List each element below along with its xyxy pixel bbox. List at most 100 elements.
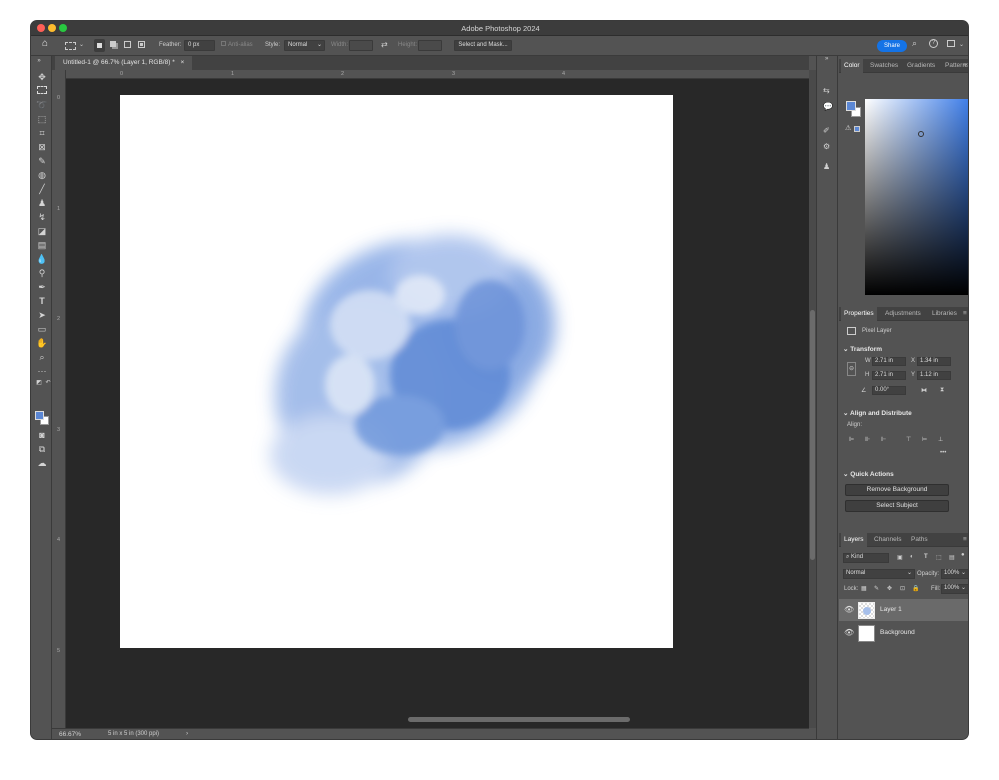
brush-tool-icon[interactable]: ╱: [36, 184, 48, 195]
tab-paths[interactable]: Paths: [911, 533, 928, 547]
tab-adjustments[interactable]: Adjustments: [885, 307, 921, 321]
collapse-icon[interactable]: »: [33, 56, 45, 67]
adjust-panel-icon[interactable]: ⚙: [823, 142, 830, 151]
x-field[interactable]: 1.34 in: [917, 357, 951, 366]
zoom-level[interactable]: 66.67%: [59, 731, 81, 738]
help-icon[interactable]: ?: [929, 39, 938, 48]
canvas-area[interactable]: [66, 79, 809, 728]
subtract-selection-icon[interactable]: [124, 41, 131, 48]
clone-source-panel-icon[interactable]: ♟: [823, 162, 830, 171]
width-input[interactable]: [349, 40, 373, 51]
align-top-icon[interactable]: ⊤: [906, 436, 911, 443]
lock-position-icon[interactable]: ✥: [887, 585, 892, 592]
filter-type-icon[interactable]: T: [924, 554, 928, 560]
more-options-icon[interactable]: •••: [940, 450, 946, 456]
select-subject-button[interactable]: Select Subject: [845, 500, 949, 512]
eyedropper-tool-icon[interactable]: ✎: [36, 156, 48, 167]
cloud-docs-icon[interactable]: ☁: [36, 458, 48, 469]
lock-image-icon[interactable]: ✎: [874, 585, 879, 592]
height-field[interactable]: 2.71 in: [872, 371, 906, 380]
filter-adjustment-icon[interactable]: ◐: [910, 554, 914, 560]
frame-tool-icon[interactable]: ⊠: [36, 142, 48, 153]
antialias-checkbox[interactable]: Anti-alias: [221, 40, 253, 51]
marquee-tool-icon[interactable]: [37, 86, 47, 94]
color-picker-cursor[interactable]: [918, 131, 924, 137]
chevron-down-icon[interactable]: ⌄: [959, 40, 964, 51]
search-icon[interactable]: ⌕: [912, 38, 917, 49]
history-panel-icon[interactable]: ⇆: [823, 86, 830, 95]
chevron-down-icon[interactable]: ⌄: [79, 40, 84, 51]
align-right-icon[interactable]: ⊩: [881, 436, 886, 443]
hand-tool-icon[interactable]: ✋: [36, 338, 48, 349]
visibility-eye-icon[interactable]: 👁: [844, 628, 854, 637]
add-selection-icon[interactable]: [110, 41, 116, 47]
brushes-panel-icon[interactable]: ✐: [823, 126, 830, 135]
panel-menu-icon[interactable]: ≡: [963, 59, 967, 73]
feather-input[interactable]: 0 px: [184, 40, 215, 51]
layer-row-background[interactable]: 👁 Background 🔒: [839, 622, 968, 644]
collapse-panels-icon[interactable]: »: [825, 56, 828, 62]
tab-channels[interactable]: Channels: [874, 533, 901, 547]
fill-field[interactable]: 100% ⌄: [941, 584, 968, 594]
close-tab-icon[interactable]: ×: [181, 59, 185, 66]
panel-menu-icon[interactable]: ≡: [963, 307, 967, 321]
blend-mode-select[interactable]: Normal ⌄: [843, 569, 915, 579]
screen-mode-icon[interactable]: ⧉: [36, 444, 48, 455]
link-dimensions-icon[interactable]: ⊖: [847, 362, 856, 376]
path-select-tool-icon[interactable]: ➤: [36, 310, 48, 321]
chevron-right-icon[interactable]: ›: [186, 730, 188, 737]
align-center-v-icon[interactable]: ⊨: [922, 436, 927, 443]
filter-pixel-icon[interactable]: ▣: [897, 554, 903, 561]
foreground-color-swatch[interactable]: [35, 411, 44, 420]
layer-filter-select[interactable]: ⌕ Kind: [843, 553, 889, 563]
history-brush-tool-icon[interactable]: ↯: [36, 212, 48, 223]
web-color-icon[interactable]: [854, 126, 860, 132]
quick-actions-title[interactable]: ⌄ Quick Actions: [843, 470, 894, 478]
remove-background-button[interactable]: Remove Background: [845, 484, 949, 496]
move-tool-icon[interactable]: ✥: [36, 72, 48, 83]
filter-toggle-icon[interactable]: ●: [961, 552, 965, 558]
align-section-title[interactable]: ⌄ Align and Distribute: [843, 409, 912, 417]
angle-field[interactable]: 0.00°: [872, 386, 906, 395]
layer-name[interactable]: Background: [880, 629, 915, 636]
gamut-warning-icon[interactable]: ⚠: [845, 124, 851, 132]
eraser-tool-icon[interactable]: ◪: [36, 226, 48, 237]
transform-section-title[interactable]: ⌄ Transform: [843, 345, 882, 353]
filter-shape-icon[interactable]: ⬚: [936, 554, 942, 561]
gradient-tool-icon[interactable]: ▤: [36, 240, 48, 251]
layer-name[interactable]: Layer 1: [880, 606, 902, 613]
blur-tool-icon[interactable]: 💧: [36, 254, 48, 265]
visibility-eye-icon[interactable]: 👁: [844, 605, 854, 614]
align-bottom-icon[interactable]: ⊥: [938, 436, 943, 443]
more-tools-icon[interactable]: ···: [36, 366, 48, 377]
quick-mask-icon[interactable]: ◙: [36, 430, 48, 441]
lock-transparent-icon[interactable]: ▦: [861, 585, 867, 592]
tab-libraries[interactable]: Libraries: [932, 307, 957, 321]
pen-tool-icon[interactable]: ✒: [36, 282, 48, 293]
scroll-thumb[interactable]: [810, 310, 815, 560]
layer-row-layer-1[interactable]: 👁 Layer 1: [839, 599, 968, 621]
lock-artboard-icon[interactable]: ⊡: [900, 585, 905, 592]
marquee-preset-icon[interactable]: [65, 42, 76, 50]
intersect-selection-icon[interactable]: [138, 41, 145, 48]
horizontal-scrollbar[interactable]: [408, 717, 630, 722]
align-left-icon[interactable]: ⊫: [849, 436, 854, 443]
document-tab[interactable]: Untitled-1 @ 66.7% (Layer 1, RGB/8) * ×: [55, 56, 193, 70]
opacity-field[interactable]: 100% ⌄: [941, 569, 968, 579]
style-select[interactable]: Normal ⌄: [284, 40, 325, 51]
document-canvas[interactable]: [120, 95, 673, 648]
home-icon[interactable]: ⌂: [42, 38, 48, 49]
crop-tool-icon[interactable]: ⌗: [36, 128, 48, 139]
healing-tool-icon[interactable]: ◍: [36, 170, 48, 181]
color-picker-field[interactable]: [865, 99, 968, 295]
lock-all-icon[interactable]: 🔒: [912, 585, 919, 592]
type-tool-icon[interactable]: T: [36, 296, 48, 307]
stamp-tool-icon[interactable]: ♟: [36, 198, 48, 209]
foreground-color-swatch[interactable]: [846, 101, 856, 111]
object-select-tool-icon[interactable]: ⬚: [36, 114, 48, 125]
select-and-mask-button[interactable]: Select and Mask...: [454, 40, 512, 51]
comments-panel-icon[interactable]: 💬: [823, 102, 833, 111]
flip-horizontal-icon[interactable]: ⧓: [921, 387, 927, 394]
new-selection-icon[interactable]: [94, 39, 105, 52]
workspace-icon[interactable]: [947, 40, 955, 47]
